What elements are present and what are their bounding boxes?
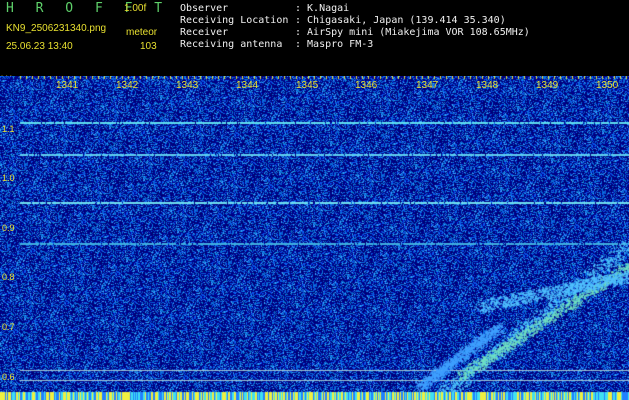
x-tick-label: 1346 (355, 80, 378, 91)
info-row-location: Receiving Location : Chigasaki, Japan (13… (180, 15, 530, 27)
x-tick-label: 1348 (476, 80, 499, 91)
x-tick-label: 1341 (56, 80, 79, 91)
spectrogram[interactable] (0, 76, 629, 400)
version-label: 1.00f (124, 3, 147, 14)
y-tick-label: 0.6 (2, 372, 15, 382)
info-value: : K.Nagai (295, 3, 350, 14)
station-info: Observer : K.Nagai Receiving Location : Ch… (180, 3, 530, 51)
datetime-label: 25.06.23 13:40 (6, 41, 73, 52)
y-tick-label: 1.0 (2, 173, 15, 183)
x-tick-label: 1347 (416, 80, 439, 91)
info-label: Receiver (180, 27, 229, 38)
count-label: 103 (140, 41, 157, 52)
x-tick-label: 1349 (536, 80, 559, 91)
x-tick-label: 1344 (236, 80, 259, 91)
info-label: Receiving antenna (180, 39, 283, 50)
info-row-antenna: Receiving antenna : Maspro FM-3 (180, 39, 530, 51)
mode-label: meteor (126, 27, 158, 38)
x-tick-label: 1342 (116, 80, 139, 91)
info-row-observer: Observer : K.Nagai (180, 3, 530, 15)
x-tick-label: 1350 (596, 80, 619, 91)
info-value: : Chigasaki, Japan (139.414 35.340) (295, 15, 506, 26)
filename-label: KN9_2506231340.png (6, 23, 107, 34)
x-tick-label: 1345 (296, 80, 319, 91)
y-tick-label: 1.1 (2, 124, 15, 134)
y-tick-label: 0.8 (2, 272, 15, 282)
info-label: Observer (180, 3, 229, 14)
info-row-receiver: Receiver : AirSpy mini (Miakejima VOR 108… (180, 27, 530, 39)
y-tick-label: 0.7 (2, 322, 15, 332)
info-value: : AirSpy mini (Miakejima VOR 108.65MHz) (295, 27, 530, 38)
info-label: Receiving Location (180, 15, 289, 26)
header-panel: H R O F F T 1.00f KN9_2506231340.png met… (0, 0, 629, 76)
info-value: : Maspro FM-3 (295, 39, 374, 50)
x-tick-label: 1343 (176, 80, 199, 91)
y-tick-label: 0.9 (2, 223, 15, 233)
